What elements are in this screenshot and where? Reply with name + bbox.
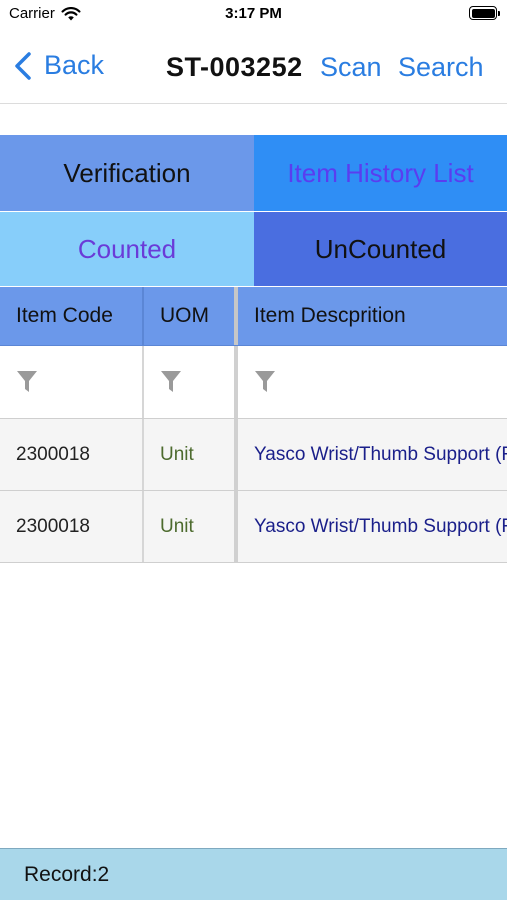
filter-cell-item-description[interactable] xyxy=(234,346,507,418)
chevron-left-icon xyxy=(15,51,31,80)
item-description-cell: Yasco Wrist/Thumb Support (R xyxy=(234,491,507,562)
record-count-label: Record:2 xyxy=(24,862,110,886)
back-button[interactable]: Back xyxy=(12,50,104,81)
tab-verification[interactable]: Verification xyxy=(0,135,254,211)
status-time: 3:17 PM xyxy=(225,5,282,22)
filter-icon[interactable] xyxy=(160,370,182,394)
filter-cell-item-code[interactable] xyxy=(0,346,142,418)
scan-button[interactable]: Scan xyxy=(320,52,382,83)
filter-cell-uom[interactable] xyxy=(142,346,234,418)
tab-uncounted[interactable]: UnCounted xyxy=(254,212,507,286)
record-count-footer: Record:2 xyxy=(0,848,507,900)
item-code-cell: 2300018 xyxy=(16,443,90,465)
item-description-cell: Yasco Wrist/Thumb Support (R xyxy=(234,419,507,490)
status-bar: Carrier 3:17 PM xyxy=(0,0,507,28)
table-row[interactable]: 2300018 Unit Yasco Wrist/Thumb Support (… xyxy=(0,419,507,491)
page-title: ST-003252 xyxy=(166,52,303,82)
navigation-bar: Back ST-003252 Scan Search xyxy=(0,28,507,104)
battery-level xyxy=(471,8,495,18)
grid-header-row: Item Code UOM Item Descprition xyxy=(0,287,507,346)
item-grid: Item Code UOM Item Descprition 2300018 U… xyxy=(0,287,507,563)
tab-item-history-list[interactable]: Item History List xyxy=(254,135,507,211)
back-label: Back xyxy=(44,50,105,80)
battery-icon xyxy=(469,6,500,20)
item-code-cell: 2300018 xyxy=(16,515,90,537)
filter-icon[interactable] xyxy=(16,370,38,394)
filter-icon[interactable] xyxy=(254,370,276,394)
column-header-item-code[interactable]: Item Code xyxy=(0,287,142,345)
table-row[interactable]: 2300018 Unit Yasco Wrist/Thumb Support (… xyxy=(0,491,507,563)
column-header-item-description[interactable]: Item Descprition xyxy=(234,287,507,345)
uom-cell: Unit xyxy=(142,419,234,490)
tab-counted[interactable]: Counted xyxy=(0,212,254,286)
column-header-uom[interactable]: UOM xyxy=(142,287,234,345)
uom-cell: Unit xyxy=(142,491,234,562)
search-button[interactable]: Search xyxy=(398,52,484,83)
battery-tip xyxy=(497,10,500,16)
grid-filter-row xyxy=(0,346,507,419)
app-screen: Carrier 3:17 PM Back ST-003252 Scan Sear… xyxy=(0,0,507,900)
